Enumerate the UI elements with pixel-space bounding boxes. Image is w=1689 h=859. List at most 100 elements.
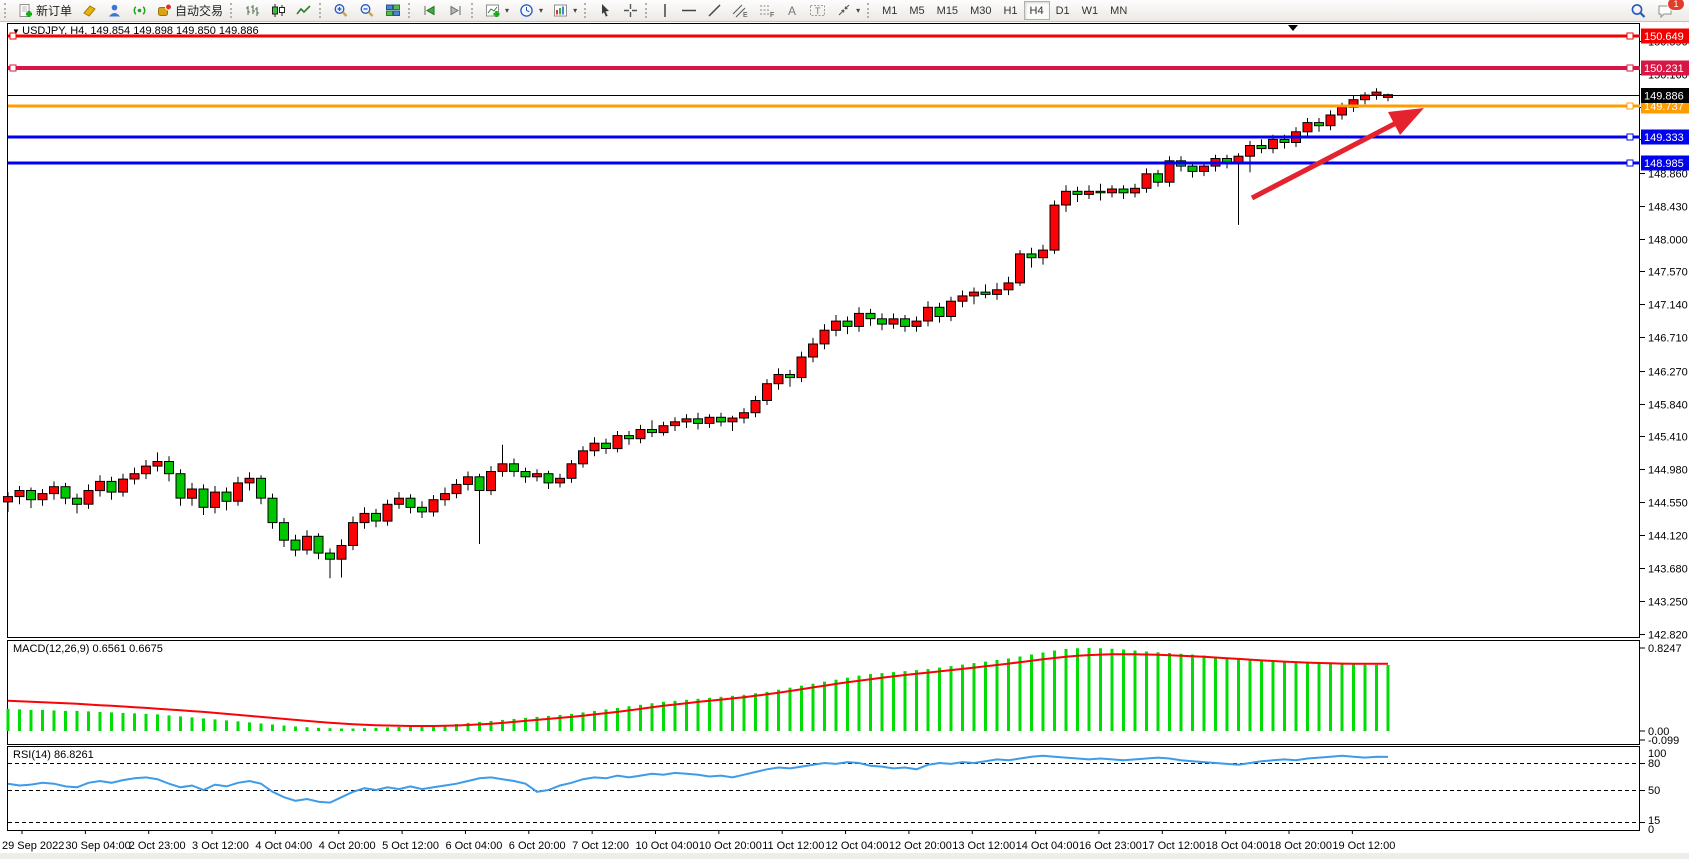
bull-candle: [464, 477, 473, 485]
timeframe-W1[interactable]: W1: [1076, 1, 1105, 20]
bull-candle: [993, 290, 1002, 295]
bear-candle: [1096, 191, 1105, 193]
hline-handle[interactable]: [10, 33, 16, 39]
time-axis-label: 5 Oct 12:00: [382, 840, 439, 852]
notifications-button[interactable]: 1: [1652, 0, 1679, 21]
bull-candle: [613, 436, 622, 449]
equidistant-channel-icon: E: [732, 3, 749, 18]
bull-candle: [337, 546, 346, 560]
chart-canvas[interactable]: 150.590150.160149.730149.300148.860148.4…: [0, 0, 1689, 859]
autotrade-button[interactable]: 自动交易: [152, 0, 228, 21]
hline-handle[interactable]: [1627, 134, 1633, 140]
toolbar-grip[interactable]: [645, 3, 651, 18]
fibonacci-tool-button[interactable]: F: [754, 0, 781, 21]
new-order-button[interactable]: 新订单: [13, 0, 77, 21]
search-icon: [1630, 3, 1647, 19]
bull-candle: [429, 500, 438, 512]
indicators-icon: [485, 3, 501, 18]
search-button[interactable]: [1625, 0, 1652, 21]
toolbar-grip[interactable]: [230, 3, 236, 18]
cursor-tool-button[interactable]: [593, 0, 618, 21]
templates-button[interactable]: ▾: [548, 0, 582, 21]
toolbar-grip[interactable]: [584, 3, 590, 18]
hline-handle[interactable]: [1627, 160, 1633, 166]
bear-candle: [280, 523, 289, 541]
bar-chart-mode-button[interactable]: [239, 0, 265, 21]
time-axis-label: 3 Oct 12:00: [192, 840, 249, 852]
timeframe-MN[interactable]: MN: [1104, 1, 1133, 20]
timeframe-M1[interactable]: M1: [876, 1, 903, 20]
text-label-tool-button[interactable]: T: [804, 0, 831, 21]
arrows-tool-button[interactable]: ▾: [831, 0, 865, 21]
bull-candle: [1200, 166, 1209, 171]
bear-candle: [222, 492, 231, 501]
bear-candle: [165, 462, 174, 474]
bull-candle: [958, 296, 967, 301]
toolbar-grip[interactable]: [408, 3, 414, 18]
candlestick-mode-button[interactable]: [265, 0, 291, 21]
bear-candle: [866, 313, 875, 318]
timeframe-M15[interactable]: M15: [931, 1, 964, 20]
bull-candle: [395, 498, 404, 504]
bull-candle: [659, 426, 668, 433]
line-chart-mode-button[interactable]: [291, 0, 317, 21]
rsi-axis-tick-label: 50: [1648, 785, 1660, 797]
horizontal-line-tool-button[interactable]: [676, 0, 702, 21]
bear-candle: [935, 307, 944, 316]
bull-candle: [556, 478, 565, 483]
indicators-button[interactable]: ▾: [480, 0, 514, 21]
bull-candle: [383, 504, 392, 521]
fibonacci-icon: F: [759, 3, 776, 18]
chart-top-marker-icon: [1288, 25, 1298, 31]
bear-candle: [648, 430, 657, 433]
bull-candle: [1016, 254, 1025, 283]
auto-scroll-button[interactable]: [417, 0, 443, 21]
signal-button[interactable]: [127, 0, 152, 21]
bull-candle: [349, 523, 358, 546]
rsi-panel-frame: [8, 747, 1640, 831]
chart-shift-button[interactable]: [443, 0, 469, 21]
hline-handle[interactable]: [1627, 65, 1633, 71]
timeframe-M30[interactable]: M30: [964, 1, 997, 20]
trendline-tool-button[interactable]: [702, 0, 727, 21]
time-axis-label: 11 Oct 12:00: [762, 840, 824, 852]
timeframe-M5[interactable]: M5: [903, 1, 930, 20]
toolbar-grip[interactable]: [4, 3, 10, 18]
periods-button[interactable]: ▾: [514, 0, 548, 21]
bear-candle: [314, 536, 323, 553]
main-toolbar: 新订单 自动交易 ▾ ▾: [0, 0, 1689, 22]
bear-candle: [901, 319, 910, 327]
cursor-icon: [598, 3, 613, 18]
equidistant-channel-tool-button[interactable]: E: [727, 0, 754, 21]
tile-windows-button[interactable]: [380, 0, 406, 21]
toolbar-grip[interactable]: [471, 3, 477, 18]
hline-handle[interactable]: [1627, 103, 1633, 109]
bull-candle: [567, 464, 576, 479]
zoom-out-button[interactable]: [354, 0, 380, 21]
bull-candle: [245, 478, 254, 483]
vertical-line-tool-button[interactable]: [654, 0, 676, 21]
hline-handle[interactable]: [1627, 33, 1633, 39]
bull-candle: [970, 292, 979, 296]
bear-candle: [1073, 191, 1082, 194]
mt4-window: { "toolbar": { "new_order_label": "新订单",…: [0, 0, 1689, 859]
trend-arrow-line[interactable]: [1252, 122, 1398, 198]
timeframe-D1[interactable]: D1: [1050, 1, 1076, 20]
bear-candle: [544, 474, 553, 483]
timeframe-H1[interactable]: H1: [997, 1, 1023, 20]
time-axis-label: 2 Oct 23:00: [129, 840, 186, 852]
time-axis-label: 18 Oct 20:00: [1269, 840, 1332, 852]
hline-handle[interactable]: [10, 65, 16, 71]
zoom-in-button[interactable]: [328, 0, 354, 21]
toolbar-grip[interactable]: [867, 3, 873, 18]
toolbar-grip[interactable]: [319, 3, 325, 18]
trend-arrow-head[interactable]: [1388, 108, 1424, 135]
profile-button[interactable]: [102, 0, 127, 21]
bull-candle: [1234, 156, 1243, 162]
bull-candle: [1085, 191, 1094, 194]
text-tool-button[interactable]: A: [781, 0, 804, 21]
price-tag-149.333-text: 149.333: [1644, 132, 1684, 144]
timeframe-H4[interactable]: H4: [1024, 1, 1050, 20]
crosshair-tool-button[interactable]: [618, 0, 643, 21]
styler-button[interactable]: [77, 0, 102, 21]
